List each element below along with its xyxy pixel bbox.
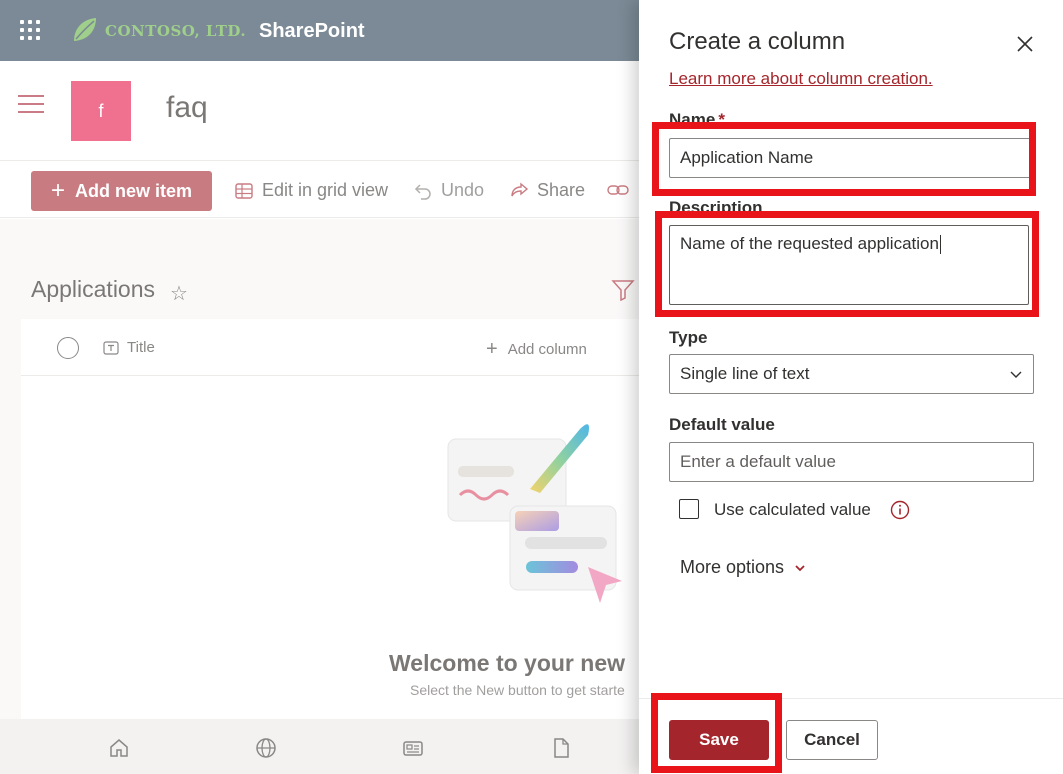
default-value-label: Default value xyxy=(669,415,775,434)
info-icon[interactable] xyxy=(890,500,910,520)
name-label: Name * xyxy=(669,110,725,130)
site-title[interactable]: faq xyxy=(166,91,208,125)
share-label: Share xyxy=(537,180,586,200)
more-options-label: More options xyxy=(680,557,785,577)
add-column-label: Add column xyxy=(507,341,587,358)
default-value-input[interactable]: Enter a default value xyxy=(669,442,1034,482)
description-textarea[interactable]: Name of the requested application xyxy=(669,225,1029,305)
globe-icon[interactable] xyxy=(255,737,277,759)
app-name[interactable]: SharePoint xyxy=(259,20,365,43)
use-calculated-value-checkbox[interactable] xyxy=(679,499,699,519)
list-area: Applications ☆ Title + Add column Welcom… xyxy=(0,219,640,774)
description-text: Name of the requested application xyxy=(680,234,939,253)
edit-grid-view-label: Edit in grid view xyxy=(262,180,389,200)
filter-icon[interactable] xyxy=(611,279,635,301)
chevron-down-icon xyxy=(1010,371,1022,378)
name-label-text: Name xyxy=(669,110,716,129)
column-header-title[interactable]: Title xyxy=(103,339,155,356)
plus-icon: + xyxy=(486,338,498,360)
hamburger-menu-icon[interactable] xyxy=(18,95,44,115)
use-calculated-value-label: Use calculated value xyxy=(714,500,871,519)
undo-button[interactable]: Undo xyxy=(413,180,484,201)
grid-icon xyxy=(235,182,253,199)
name-input[interactable]: Application Name xyxy=(669,138,1034,178)
plus-icon: + xyxy=(51,177,66,204)
add-column-button[interactable]: + Add column xyxy=(486,338,587,361)
share-icon xyxy=(511,182,529,196)
close-icon[interactable] xyxy=(1015,34,1035,54)
save-button[interactable]: Save xyxy=(669,720,769,760)
copy-link-button[interactable] xyxy=(607,180,629,200)
app-launcher-icon[interactable] xyxy=(20,20,40,40)
column-title-label: Title xyxy=(127,339,155,356)
select-all-checkbox[interactable] xyxy=(57,337,79,359)
add-new-item-label: Add new item xyxy=(75,180,193,201)
chevron-down-icon xyxy=(795,564,805,571)
news-icon[interactable] xyxy=(402,737,424,759)
type-selected-value: Single line of text xyxy=(680,364,810,383)
learn-more-link[interactable]: Learn more about column creation. xyxy=(669,69,933,89)
cancel-button[interactable]: Cancel xyxy=(786,720,878,760)
text-cursor xyxy=(939,235,941,255)
text-column-icon xyxy=(103,340,119,355)
undo-icon xyxy=(414,183,431,200)
required-asterisk: * xyxy=(718,110,725,129)
site-logo[interactable]: f xyxy=(71,81,131,141)
welcome-subtext: Select the New button to get starte xyxy=(410,682,625,698)
description-label: Description xyxy=(669,198,763,217)
favorite-star-icon[interactable]: ☆ xyxy=(170,281,188,306)
bottom-navigation xyxy=(0,719,640,774)
type-dropdown[interactable]: Single line of text xyxy=(669,354,1034,394)
type-label: Type xyxy=(669,328,708,347)
document-icon[interactable] xyxy=(550,737,572,759)
link-icon xyxy=(607,185,629,195)
panel-title: Create a column xyxy=(669,28,846,55)
empty-list-illustration xyxy=(447,424,622,603)
more-options-button[interactable]: More options xyxy=(680,557,806,578)
share-button[interactable]: Share xyxy=(509,180,585,201)
add-new-item-button[interactable]: + Add new item xyxy=(31,171,212,211)
company-logo-text: CONTOSO, LTD. xyxy=(105,22,247,40)
contoso-leaf-logo xyxy=(74,18,96,41)
edit-grid-view-button[interactable]: Edit in grid view xyxy=(234,180,388,201)
panel-footer: Save Cancel xyxy=(639,698,1063,774)
list-header-row: Title + Add column xyxy=(21,319,640,376)
welcome-heading: Welcome to your new xyxy=(389,650,626,676)
home-icon[interactable] xyxy=(108,737,130,759)
create-column-panel: Create a column Learn more about column … xyxy=(639,0,1063,774)
undo-label: Undo xyxy=(441,180,485,200)
list-title: Applications xyxy=(31,276,156,302)
